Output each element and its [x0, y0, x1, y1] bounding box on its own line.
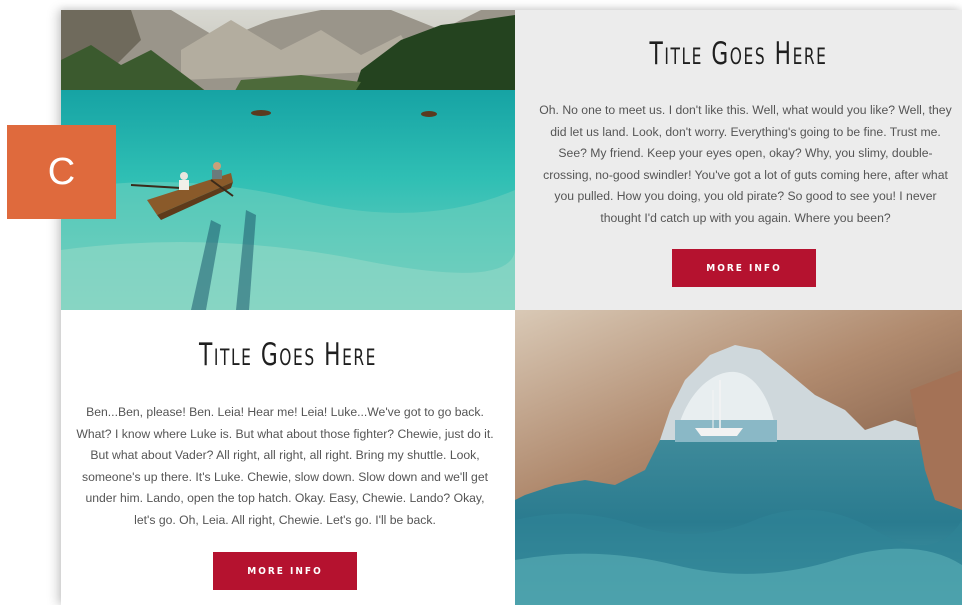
section-1-more-info-button[interactable]: MORE INFO — [672, 249, 816, 287]
badge-letter: C — [47, 150, 76, 193]
section-2-body: Ben...Ben, please! Ben. Leia! Hear me! L… — [76, 405, 494, 527]
lake-boat-photo — [61, 10, 515, 310]
section-1-body: Oh. No one to meet us. I don't like this… — [539, 103, 952, 225]
section-1: Title Goes Here Oh. No one to meet us. I… — [515, 10, 962, 310]
section-2-more-info-button[interactable]: MORE INFO — [213, 552, 357, 590]
content-grid: Title Goes Here Oh. No one to meet us. I… — [61, 10, 962, 605]
section-2-title: Title Goes Here — [199, 337, 377, 373]
letter-badge: C — [7, 125, 116, 219]
sea-arch-photo — [515, 310, 962, 605]
section-2: Title Goes Here Ben...Ben, please! Ben. … — [61, 310, 515, 605]
section-1-title: Title Goes Here — [649, 36, 828, 72]
